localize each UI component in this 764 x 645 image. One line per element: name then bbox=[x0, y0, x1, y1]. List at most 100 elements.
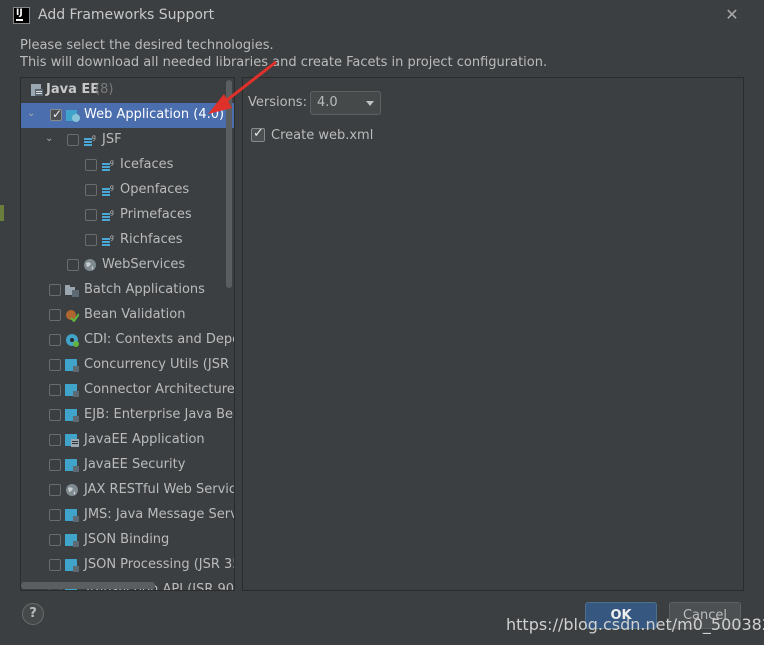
javaee-application-checkbox[interactable] bbox=[49, 434, 61, 446]
jsf-icon: g bbox=[102, 209, 114, 221]
tree-item-web-application[interactable]: ⌄ Web Application (4.0) bbox=[21, 103, 234, 128]
chevron-down-icon[interactable]: ⌄ bbox=[45, 133, 57, 145]
tree-item-batch-applications[interactable]: Batch Applications bbox=[21, 278, 234, 303]
tree-group-java-ee: Java EE (8) bbox=[21, 78, 234, 103]
tree-item-label: JAX RESTful Web Services bbox=[84, 482, 235, 497]
chevron-down-icon[interactable]: ⌄ bbox=[27, 108, 39, 120]
create-webxml-checkbox[interactable] bbox=[251, 126, 265, 142]
tree-item-cdi[interactable]: CDI: Contexts and Depend bbox=[21, 328, 234, 353]
jsf-icon: g bbox=[102, 234, 114, 246]
tree-item-label: CDI: Contexts and Depend bbox=[84, 332, 234, 347]
bean-validation-checkbox[interactable] bbox=[49, 309, 61, 321]
tree-item-json-binding[interactable]: JSON Binding bbox=[21, 528, 234, 553]
tree-item-concurrency-utils[interactable]: Concurrency Utils (JSR 236 bbox=[21, 353, 234, 378]
tree-item-label: Bean Validation bbox=[84, 307, 186, 322]
tree-item-icefaces[interactable]: g Icefaces bbox=[21, 153, 234, 178]
tree-item-jsf[interactable]: ⌄ g JSF bbox=[21, 128, 234, 153]
close-button[interactable]: ✕ bbox=[722, 4, 742, 26]
svg-text:g: g bbox=[92, 134, 96, 141]
tree-item-label: JMS: Java Message Servic bbox=[84, 507, 235, 522]
tree-item-label: Icefaces bbox=[120, 157, 174, 172]
jsf-checkbox[interactable] bbox=[67, 134, 79, 146]
intellij-logo-icon bbox=[13, 7, 30, 24]
tree-item-label: Web Application (4.0) bbox=[84, 107, 225, 122]
globe-icon bbox=[66, 484, 78, 496]
bean-validation-icon bbox=[66, 310, 79, 322]
tree-item-label: JavaEE Application bbox=[84, 432, 205, 447]
versions-dropdown[interactable]: 4.0 bbox=[310, 91, 381, 115]
svg-text:g: g bbox=[110, 234, 114, 241]
tree-item-label: Batch Applications bbox=[84, 282, 205, 297]
icefaces-checkbox[interactable] bbox=[85, 159, 97, 171]
richfaces-checkbox[interactable] bbox=[85, 234, 97, 246]
dialog-title: Add Frameworks Support bbox=[38, 7, 215, 23]
tree-item-label: Richfaces bbox=[120, 232, 183, 247]
jsf-icon: g bbox=[102, 159, 114, 171]
tree-item-label: Concurrency Utils (JSR 236 bbox=[84, 357, 234, 372]
versions-label: Versions: bbox=[248, 95, 307, 110]
tree-item-bean-validation[interactable]: Bean Validation bbox=[21, 303, 234, 328]
tree-item-label: WebServices bbox=[102, 257, 186, 272]
tree-item-label: EJB: Enterprise Java Beans bbox=[84, 407, 234, 422]
module-icon bbox=[65, 359, 79, 372]
jms-checkbox[interactable] bbox=[49, 509, 61, 521]
web-application-checkbox[interactable] bbox=[50, 107, 62, 121]
tree-horizontal-scrollbar[interactable] bbox=[21, 582, 155, 589]
create-webxml-label[interactable]: Create web.xml bbox=[271, 128, 373, 143]
javaee-app-icon bbox=[65, 434, 79, 447]
module-icon bbox=[65, 459, 79, 472]
module-icon bbox=[65, 534, 79, 547]
tree-item-javaee-security[interactable]: JavaEE Security bbox=[21, 453, 234, 478]
module-icon bbox=[65, 559, 79, 572]
tree-item-label: Openfaces bbox=[120, 182, 190, 197]
openfaces-checkbox[interactable] bbox=[85, 184, 97, 196]
tree-item-javaee-application[interactable]: JavaEE Application bbox=[21, 428, 234, 453]
tree-item-openfaces[interactable]: g Openfaces bbox=[21, 178, 234, 203]
cdi-checkbox[interactable] bbox=[49, 334, 61, 346]
json-processing-checkbox[interactable] bbox=[49, 559, 61, 571]
tree-item-primefaces[interactable]: g Primefaces bbox=[21, 203, 234, 228]
tree-vertical-scrollbar[interactable] bbox=[226, 80, 232, 288]
module-icon bbox=[65, 384, 79, 397]
tree-item-ejb[interactable]: EJB: Enterprise Java Beans bbox=[21, 403, 234, 428]
json-binding-checkbox[interactable] bbox=[49, 534, 61, 546]
webservices-checkbox[interactable] bbox=[67, 259, 79, 271]
web-app-icon bbox=[66, 110, 80, 122]
tree-item-label: JSF bbox=[102, 132, 122, 147]
svg-text:g: g bbox=[110, 184, 114, 191]
description-line-1: Please select the desired technologies. bbox=[20, 38, 274, 53]
tree-item-label: Primefaces bbox=[120, 207, 192, 222]
group-count: (8) bbox=[95, 82, 114, 97]
ejb-checkbox[interactable] bbox=[49, 409, 61, 421]
framework-settings-panel bbox=[242, 77, 744, 591]
connector-architecture-checkbox[interactable] bbox=[49, 384, 61, 396]
jax-rs-checkbox[interactable] bbox=[49, 484, 61, 496]
tree-item-connector-architecture[interactable]: Connector Architecture (JS bbox=[21, 378, 234, 403]
tree-item-richfaces[interactable]: g Richfaces bbox=[21, 228, 234, 253]
watermark-url: https://blog.csdn.net/m0_50038270 bbox=[506, 615, 764, 634]
primefaces-checkbox[interactable] bbox=[85, 209, 97, 221]
help-button[interactable]: ? bbox=[22, 603, 44, 625]
module-icon bbox=[65, 509, 79, 522]
concurrency-utils-checkbox[interactable] bbox=[49, 359, 61, 371]
tree-item-label: JSON Binding bbox=[84, 532, 170, 547]
module-icon bbox=[65, 409, 79, 422]
tree-item-json-processing[interactable]: JSON Processing (JSR 353 bbox=[21, 553, 234, 578]
background-window-edge bbox=[0, 205, 4, 221]
tree-item-webservices[interactable]: WebServices bbox=[21, 253, 234, 278]
jsf-icon: g bbox=[84, 134, 96, 146]
tree-item-jms[interactable]: JMS: Java Message Servic bbox=[21, 503, 234, 528]
batch-applications-checkbox[interactable] bbox=[49, 284, 61, 296]
batch-icon bbox=[65, 285, 79, 297]
jsf-icon: g bbox=[102, 184, 114, 196]
versions-value: 4.0 bbox=[317, 95, 338, 110]
frameworks-tree[interactable]: Java EE (8) ⌄ Web Application (4.0) ⌄ g … bbox=[20, 77, 235, 591]
javaee-security-checkbox[interactable] bbox=[49, 459, 61, 471]
svg-text:g: g bbox=[110, 209, 114, 216]
chevron-down-icon bbox=[366, 101, 374, 106]
svg-text:g: g bbox=[110, 159, 114, 166]
tree-item-jax-rs[interactable]: JAX RESTful Web Services bbox=[21, 478, 234, 503]
java-ee-group-icon bbox=[31, 84, 43, 96]
description-line-2: This will download all needed libraries … bbox=[20, 55, 548, 70]
tree-item-label: JSON Processing (JSR 353 bbox=[84, 557, 235, 572]
